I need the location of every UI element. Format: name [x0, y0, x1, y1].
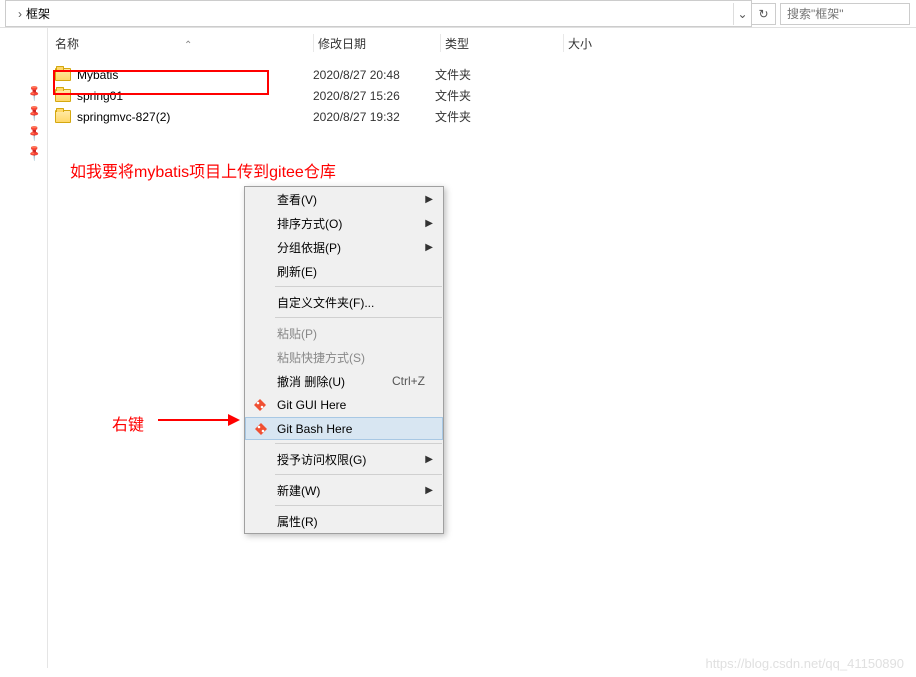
file-type: 文件夹	[435, 66, 553, 83]
file-type: 文件夹	[435, 108, 553, 125]
file-type: 文件夹	[435, 87, 553, 104]
menu-separator	[275, 286, 442, 287]
breadcrumb-folder[interactable]: 框架	[26, 5, 50, 22]
menu-undo[interactable]: 撤消 删除(U) Ctrl+Z	[245, 369, 443, 393]
column-date[interactable]: 修改日期	[318, 35, 440, 52]
pin-icon[interactable]: 📌	[25, 83, 45, 103]
chevron-right-icon: ▶	[425, 485, 433, 496]
file-date: 2020/8/27 19:32	[313, 110, 435, 124]
arrow-icon	[158, 419, 238, 421]
chevron-right-icon: ▶	[425, 194, 433, 205]
chevron-right-icon: ▶	[425, 454, 433, 465]
menu-new[interactable]: 新建(W) ▶	[245, 478, 443, 502]
file-name: spring01	[77, 89, 313, 103]
pin-icon[interactable]: 📌	[25, 103, 45, 123]
refresh-button[interactable]: ↻	[752, 3, 776, 25]
column-type[interactable]: 类型	[445, 35, 563, 52]
file-date: 2020/8/27 15:26	[313, 89, 435, 103]
annotation-text: 右键	[112, 411, 144, 435]
menu-paste-shortcut: 粘贴快捷方式(S)	[245, 345, 443, 369]
menu-group[interactable]: 分组依据(P) ▶	[245, 235, 443, 259]
context-menu: 查看(V) ▶ 排序方式(O) ▶ 分组依据(P) ▶ 刷新(E) 自定义文件夹…	[244, 186, 444, 534]
column-size[interactable]: 大小	[568, 35, 648, 52]
file-row[interactable]: spring01 2020/8/27 15:26 文件夹	[55, 85, 916, 106]
quick-access-panel: 📌 📌 📌 📌	[0, 28, 48, 668]
file-list: Mybatis 2020/8/27 20:48 文件夹 spring01 202…	[0, 58, 916, 127]
file-date: 2020/8/27 20:48	[313, 68, 435, 82]
menu-sort[interactable]: 排序方式(O) ▶	[245, 211, 443, 235]
chevron-down-icon[interactable]: ⌄	[733, 3, 751, 25]
breadcrumb-separator: ›	[18, 7, 22, 21]
menu-grant-access[interactable]: 授予访问权限(G) ▶	[245, 447, 443, 471]
chevron-right-icon: ▶	[425, 218, 433, 229]
menu-properties[interactable]: 属性(R)	[245, 509, 443, 533]
file-name: springmvc-827(2)	[77, 110, 313, 124]
menu-git-gui[interactable]: Git GUI Here	[245, 393, 443, 417]
menu-view[interactable]: 查看(V) ▶	[245, 187, 443, 211]
columns-header: 名称⌃ 修改日期 类型 大小	[0, 28, 916, 58]
folder-icon	[55, 110, 71, 123]
pin-icon[interactable]: 📌	[25, 123, 45, 143]
sort-icon: ⌃	[184, 40, 192, 51]
folder-icon	[55, 89, 71, 102]
watermark: https://blog.csdn.net/qq_41150890	[705, 656, 904, 671]
git-icon	[253, 398, 267, 412]
menu-paste: 粘贴(P)	[245, 321, 443, 345]
menu-separator	[275, 505, 442, 506]
menu-custom-folder[interactable]: 自定义文件夹(F)...	[245, 290, 443, 314]
menu-refresh[interactable]: 刷新(E)	[245, 259, 443, 283]
search-input[interactable]	[787, 7, 909, 21]
search-box[interactable]	[780, 3, 910, 25]
address-bar: › 框架 ⌄ ↻	[0, 0, 916, 28]
pin-icon[interactable]: 📌	[25, 143, 45, 163]
chevron-right-icon: ▶	[425, 242, 433, 253]
menu-separator	[275, 474, 442, 475]
shortcut-label: Ctrl+Z	[392, 374, 425, 388]
menu-git-bash[interactable]: Git Bash Here	[245, 417, 443, 440]
file-name: Mybatis	[77, 68, 313, 82]
column-name[interactable]: 名称⌃	[55, 35, 313, 52]
folder-icon	[55, 68, 71, 81]
menu-separator	[275, 317, 442, 318]
file-row[interactable]: springmvc-827(2) 2020/8/27 19:32 文件夹	[55, 106, 916, 127]
menu-separator	[275, 443, 442, 444]
file-row[interactable]: Mybatis 2020/8/27 20:48 文件夹	[55, 64, 916, 85]
refresh-icon: ↻	[758, 7, 768, 21]
annotation-text: 如我要将mybatis项目上传到gitee仓库	[70, 158, 336, 182]
breadcrumb[interactable]: › 框架 ⌄	[5, 0, 752, 27]
git-icon	[254, 422, 268, 436]
